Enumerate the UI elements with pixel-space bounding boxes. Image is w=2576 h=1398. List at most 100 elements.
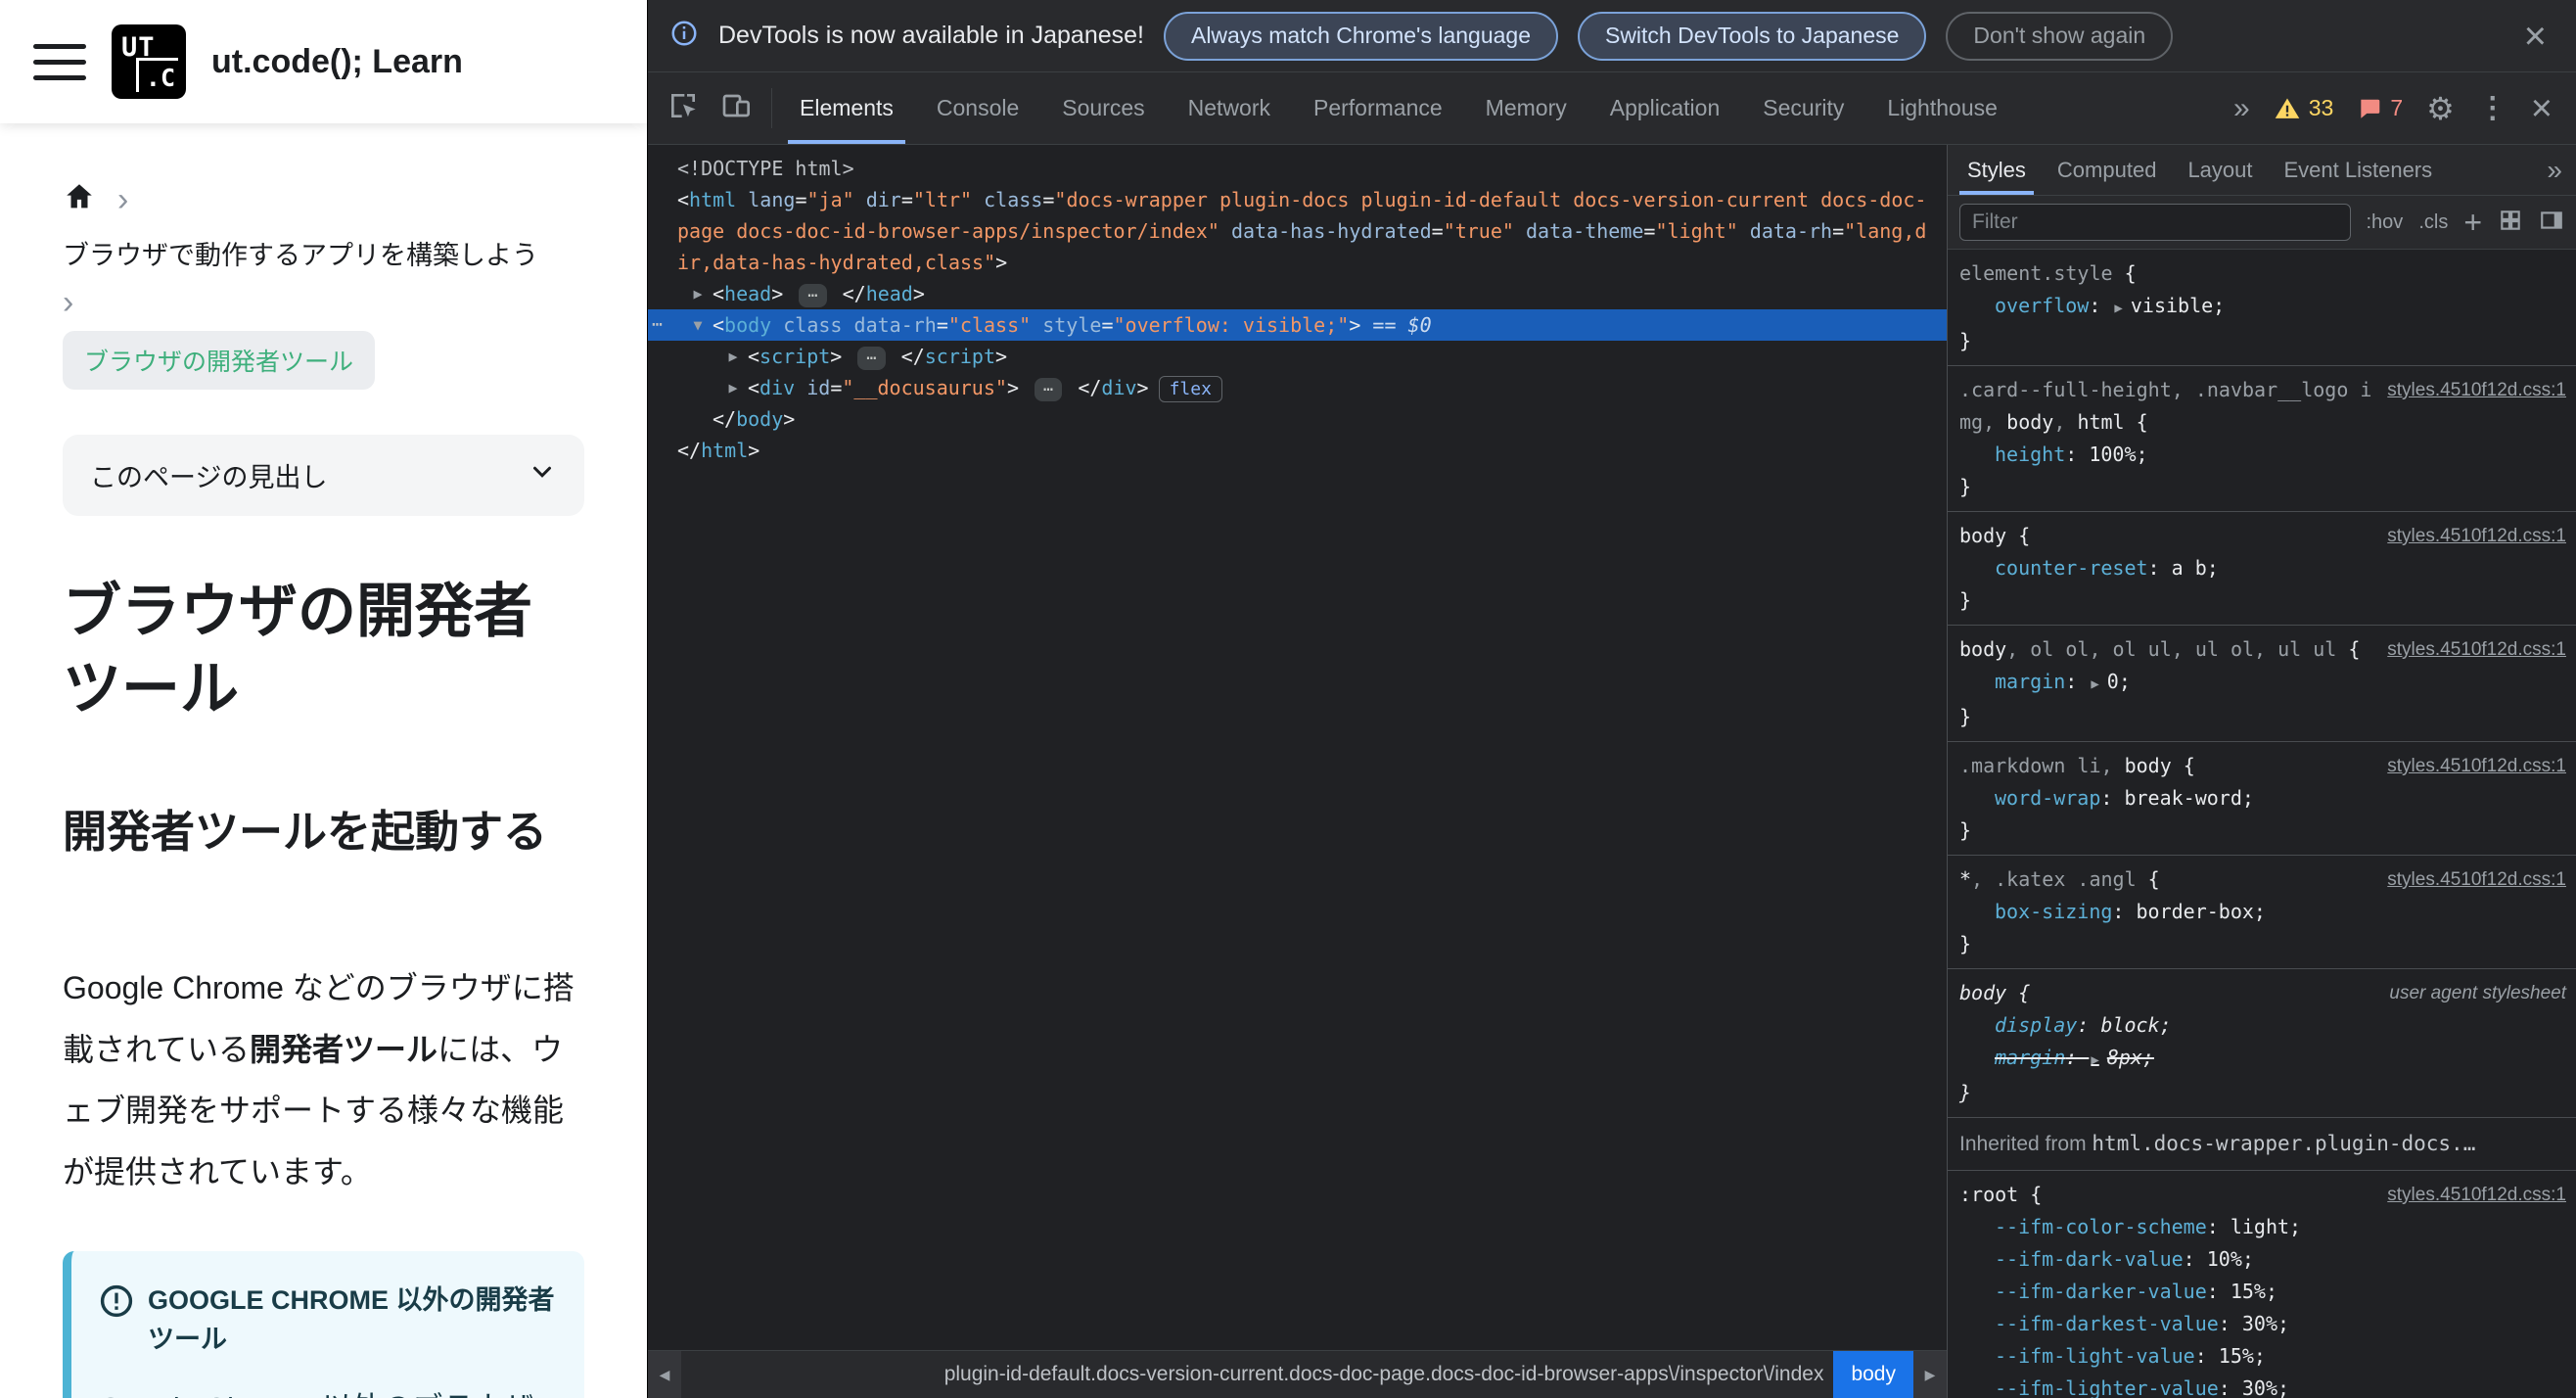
dom-token: class bbox=[984, 188, 1043, 211]
css-selector[interactable]: body, ol ol, ol ul, ul ol, ul ul { bbox=[1959, 633, 2373, 666]
css-source-link[interactable]: styles.4510f12d.css:1 bbox=[2387, 863, 2566, 896]
head-node[interactable]: ▶ <head> ⋯ </head> bbox=[648, 278, 1947, 309]
tab-console[interactable]: Console bbox=[915, 72, 1040, 144]
script-node[interactable]: ▶ <script> ⋯ </script> bbox=[648, 341, 1947, 372]
css-declaration[interactable]: display: block; bbox=[1959, 1009, 2566, 1042]
css-declaration[interactable]: --ifm-lighter-value: 30%; bbox=[1959, 1373, 2566, 1398]
css-selector[interactable]: *, .katex .angl { bbox=[1959, 863, 2373, 896]
docusaurus-div-node[interactable]: ▶ <div id="__docusaurus"> ⋯ </div> flex bbox=[648, 372, 1947, 403]
notification-close-icon[interactable]: × bbox=[2516, 17, 2554, 56]
panel-layout-icon[interactable] bbox=[2539, 208, 2564, 238]
devtools-close-icon[interactable]: × bbox=[2531, 90, 2553, 127]
css-selector[interactable]: :root { bbox=[1959, 1179, 2373, 1211]
crumb-selected-body[interactable]: body bbox=[1833, 1351, 1913, 1398]
kebab-menu-icon[interactable]: ⋮ bbox=[2478, 93, 2507, 123]
dont-show-again-button[interactable]: Don't show again bbox=[1946, 11, 2174, 61]
issues-indicator[interactable]: 7 bbox=[2357, 95, 2403, 121]
css-declaration[interactable]: --ifm-darkest-value: 30%; bbox=[1959, 1308, 2566, 1340]
toc-label: このページの見出し bbox=[90, 463, 328, 492]
collapsed-content-button[interactable]: ⋯ bbox=[1035, 378, 1063, 401]
inherited-from-link[interactable]: html.docs-wrapper.plugin-docs.… bbox=[2092, 1132, 2475, 1155]
expand-arrow-icon[interactable]: ▶ bbox=[683, 278, 713, 309]
inspect-element-icon[interactable] bbox=[667, 90, 699, 126]
css-source-link[interactable]: styles.4510f12d.css:1 bbox=[2387, 520, 2566, 552]
flex-badge[interactable]: flex bbox=[1158, 376, 1222, 402]
css-value: visible; bbox=[2130, 294, 2226, 317]
crumb-html-classes[interactable]: plugin-id-default.docs-version-current.d… bbox=[935, 1363, 1834, 1386]
new-style-rule-icon[interactable]: + bbox=[2463, 207, 2482, 238]
row-hover-menu-icon[interactable]: ⋯ bbox=[652, 309, 663, 341]
css-declaration[interactable]: --ifm-light-value: 15%; bbox=[1959, 1340, 2566, 1373]
tab-security[interactable]: Security bbox=[1741, 72, 1865, 144]
box-sizing-rule: *, .katex .angl { styles.4510f12d.css:1 bo… bbox=[1948, 856, 2576, 969]
tab-lighthouse[interactable]: Lighthouse bbox=[1865, 72, 2019, 144]
expand-arrow-icon[interactable]: ▶ bbox=[2091, 676, 2098, 692]
chevron-down-icon bbox=[528, 457, 557, 493]
always-match-language-button[interactable]: Always match Chrome's language bbox=[1163, 11, 1558, 61]
css-declaration[interactable]: --ifm-darker-value: 15%; bbox=[1959, 1276, 2566, 1308]
css-declaration[interactable]: counter-reset: a b; bbox=[1959, 552, 2566, 584]
expand-arrow-icon[interactable]: ▶ bbox=[2114, 301, 2122, 316]
css-selector[interactable]: body { bbox=[1959, 520, 2373, 552]
breadcrumb-parent-link[interactable]: ブラウザで動作するアプリを構築しよう bbox=[63, 234, 584, 272]
grid-icon[interactable] bbox=[2498, 208, 2523, 238]
tab-memory[interactable]: Memory bbox=[1464, 72, 1588, 144]
more-tabs-icon[interactable]: » bbox=[2233, 92, 2250, 125]
hamburger-menu-button[interactable] bbox=[33, 43, 86, 80]
site-title[interactable]: ut.code(); Learn bbox=[211, 43, 463, 81]
crumb-scroll-left-button[interactable]: ◀ bbox=[648, 1351, 681, 1398]
device-toolbar-icon[interactable] bbox=[720, 90, 752, 126]
breadcrumb-bar: ◀ plugin-id-default.docs-version-current… bbox=[648, 1350, 1947, 1398]
toggle-pseudo-state-button[interactable]: :hov bbox=[2367, 211, 2404, 234]
element-classes-button[interactable]: .cls bbox=[2418, 211, 2448, 234]
expand-arrow-icon[interactable]: ▶ bbox=[718, 341, 748, 372]
doctype-node[interactable]: <!DOCTYPE html> bbox=[648, 153, 1947, 184]
tab-performance[interactable]: Performance bbox=[1292, 72, 1464, 144]
tab-layout[interactable]: Layout bbox=[2172, 145, 2268, 195]
css-source-link[interactable]: styles.4510f12d.css:1 bbox=[2387, 1179, 2566, 1211]
html-node[interactable]: <html lang="ja" dir="ltr" class="docs-wr… bbox=[648, 184, 1947, 278]
expand-arrow-icon[interactable]: ▶ bbox=[2091, 1052, 2098, 1068]
css-declaration[interactable]: margin: ▶ 8px; bbox=[1959, 1042, 2566, 1077]
css-declaration[interactable]: --ifm-dark-value: 10%; bbox=[1959, 1243, 2566, 1276]
collapse-arrow-icon[interactable]: ▼ bbox=[683, 309, 713, 341]
tab-event-listeners[interactable]: Event Listeners bbox=[2269, 145, 2449, 195]
switch-to-japanese-button[interactable]: Switch DevTools to Japanese bbox=[1577, 11, 1927, 61]
settings-gear-icon[interactable]: ⚙ bbox=[2426, 93, 2455, 124]
css-source-link[interactable]: styles.4510f12d.css:1 bbox=[2387, 374, 2566, 406]
warnings-indicator[interactable]: 33 bbox=[2274, 95, 2333, 122]
toc-collapsible[interactable]: このページの見出し bbox=[63, 435, 584, 516]
tab-network[interactable]: Network bbox=[1167, 72, 1292, 144]
collapsed-content-button[interactable]: ⋯ bbox=[857, 347, 886, 370]
home-icon[interactable] bbox=[63, 180, 96, 218]
html-close-node[interactable]: </html> bbox=[648, 435, 1947, 466]
css-declaration[interactable]: word-wrap: break-word; bbox=[1959, 782, 2566, 815]
close-brace: } bbox=[1959, 932, 1972, 955]
dom-token: "true" bbox=[1443, 219, 1514, 243]
open-brace: { bbox=[2171, 754, 2195, 777]
css-source-link[interactable]: styles.4510f12d.css:1 bbox=[2387, 633, 2566, 666]
collapsed-content-button[interactable]: ⋯ bbox=[799, 284, 827, 307]
tab-application[interactable]: Application bbox=[1588, 72, 1742, 144]
css-declaration[interactable]: --ifm-color-scheme: light; bbox=[1959, 1211, 2566, 1243]
css-declaration[interactable]: overflow: ▶ visible; bbox=[1959, 290, 2566, 325]
css-selector[interactable]: body { bbox=[1959, 977, 2375, 1009]
tab-sources[interactable]: Sources bbox=[1040, 72, 1166, 144]
css-declaration[interactable]: height: 100%; bbox=[1959, 439, 2566, 471]
css-selector[interactable]: .markdown li, body { bbox=[1959, 750, 2373, 782]
css-source-link[interactable]: styles.4510f12d.css:1 bbox=[2387, 750, 2566, 782]
css-declaration[interactable]: box-sizing: border-box; bbox=[1959, 896, 2566, 928]
tab-elements[interactable]: Elements bbox=[778, 72, 915, 144]
site-logo[interactable]: UT .C bbox=[112, 24, 186, 99]
styles-filter-input[interactable] bbox=[1959, 204, 2351, 241]
more-sidebar-tabs-icon[interactable]: » bbox=[2533, 155, 2576, 186]
css-declaration[interactable]: margin: ▶ 0; bbox=[1959, 666, 2566, 701]
tab-computed[interactable]: Computed bbox=[2042, 145, 2173, 195]
expand-arrow-icon[interactable]: ▶ bbox=[718, 372, 748, 403]
crumb-scroll-right-button[interactable]: ▶ bbox=[1913, 1351, 1947, 1398]
tab-styles[interactable]: Styles bbox=[1952, 145, 2042, 195]
body-close-node[interactable]: </body> bbox=[648, 403, 1947, 435]
css-selector[interactable]: .card--full-height, .navbar__logo img, b… bbox=[1959, 374, 2373, 439]
css-selector[interactable]: element.style { bbox=[1959, 257, 2566, 290]
body-node[interactable]: ⋯ ▼ <body class data-rh="class" style="ove… bbox=[648, 309, 1947, 341]
